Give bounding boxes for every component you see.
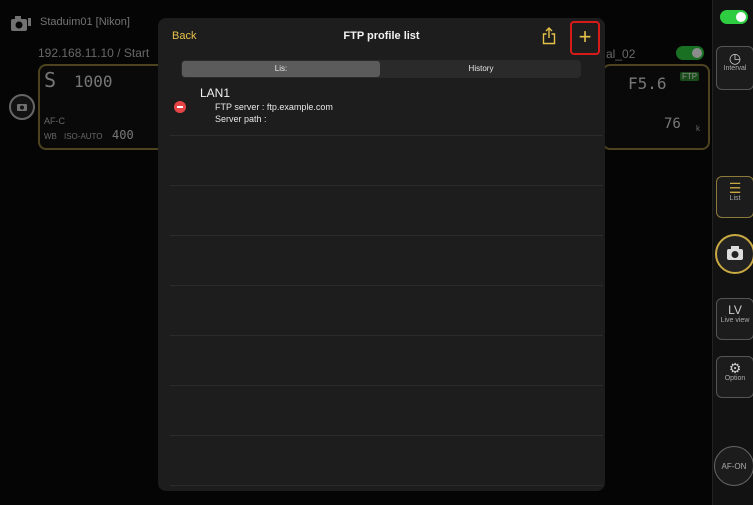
page-title: FTP profile list — [343, 30, 420, 42]
profile-name: LAN1 — [200, 86, 231, 100]
shutter-camera-icon — [727, 246, 743, 260]
connection-toggle[interactable] — [720, 10, 748, 24]
lv-label: LV — [728, 303, 742, 317]
profile-path: Server path : — [215, 114, 267, 124]
add-button-highlight: + — [570, 21, 600, 55]
interval-icon: ◷ — [728, 50, 742, 66]
list-label: List — [729, 195, 741, 202]
profile-list: LAN1 FTP server : ftp.example.com Server… — [170, 82, 603, 486]
share-icon[interactable] — [542, 27, 556, 45]
list-history-segmented-control: Lis: History — [181, 60, 581, 78]
interval-button[interactable]: ◷ Interval — [716, 46, 753, 90]
af-on-button[interactable]: AF-ON — [714, 446, 753, 486]
add-profile-button[interactable]: + — [572, 23, 598, 53]
ftp-profile-modal: Back FTP profile list + Lis: History LAN… — [158, 18, 605, 491]
empty-row — [170, 386, 603, 436]
live-view-button[interactable]: LV Live view — [716, 298, 753, 340]
empty-row — [170, 336, 603, 386]
live-view-label: Live view — [720, 317, 750, 324]
list-button[interactable]: ☰ List — [716, 176, 753, 218]
shutter-button[interactable] — [715, 234, 753, 274]
gear-icon: ⚙ — [728, 360, 742, 376]
option-label: Option — [724, 375, 746, 382]
modal-header: Back FTP profile list + — [158, 18, 605, 58]
list-item[interactable]: LAN1 FTP server : ftp.example.com Server… — [170, 82, 603, 136]
delete-icon[interactable] — [174, 101, 186, 113]
empty-row — [170, 436, 603, 486]
tab-history[interactable]: History — [382, 61, 580, 77]
profile-server: FTP server : ftp.example.com — [215, 102, 333, 112]
interval-label: Interval — [723, 65, 747, 72]
list-icon: ☰ — [728, 180, 742, 196]
empty-row — [170, 236, 603, 286]
empty-row — [170, 286, 603, 336]
empty-row — [170, 186, 603, 236]
tab-list[interactable]: Lis: — [182, 61, 380, 77]
option-button[interactable]: ⚙ Option — [716, 356, 753, 398]
right-sidebar: ◷ Interval ☰ List LV Live view ⚙ Option … — [712, 0, 753, 505]
empty-row — [170, 136, 603, 186]
